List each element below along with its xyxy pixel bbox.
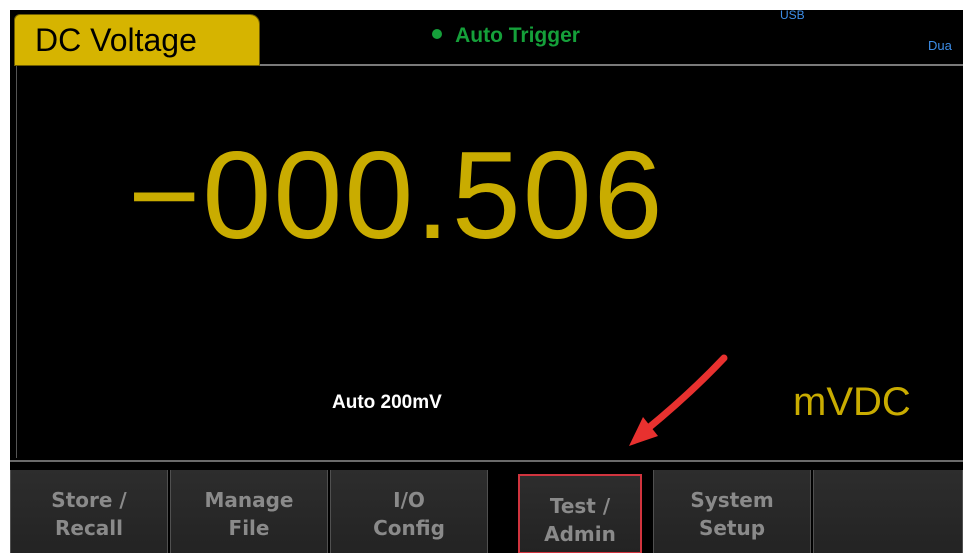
measurement-function-tab: DC Voltage [14, 14, 260, 66]
softkey-label-line1: Manage [204, 488, 294, 512]
trigger-status: Auto Trigger [432, 24, 580, 48]
softkey-label-line1: Store / [51, 488, 127, 512]
softkey-label-line1: Test / [549, 494, 611, 518]
dot-icon [432, 29, 442, 39]
softkey-label-line2: Recall [54, 516, 124, 540]
softkey-label-line2: Setup [698, 516, 766, 540]
trigger-mode-label: Auto Trigger [455, 24, 580, 47]
measurement-reading: −000.506 [128, 127, 665, 265]
softkey-menu: Store / Recall Manage File I/O Config Te… [10, 460, 963, 553]
test-admin-softkey[interactable]: Test / Admin [518, 474, 642, 553]
manage-file-softkey[interactable]: Manage File [170, 470, 328, 553]
softkey-label-line1: System [690, 488, 774, 512]
range-label: Auto 200mV [332, 392, 442, 413]
multimeter-screen: DC Voltage Auto Trigger USB Dua −000.506… [10, 10, 963, 553]
softkey-label-line2: File [228, 516, 270, 540]
blank-softkey[interactable] [813, 470, 963, 553]
system-setup-softkey[interactable]: System Setup [653, 470, 811, 553]
page-title: DC Voltage [35, 22, 197, 58]
softkey-label-line1: I/O [393, 488, 425, 512]
dual-indicator: Dua [928, 38, 952, 53]
store-recall-softkey[interactable]: Store / Recall [10, 470, 168, 553]
unit-label: mVDC [793, 380, 911, 424]
softkey-label-line2: Admin [544, 522, 616, 546]
io-config-softkey[interactable]: I/O Config [330, 470, 488, 553]
usb-indicator: USB [780, 10, 805, 22]
softkey-label-line2: Config [373, 516, 445, 540]
